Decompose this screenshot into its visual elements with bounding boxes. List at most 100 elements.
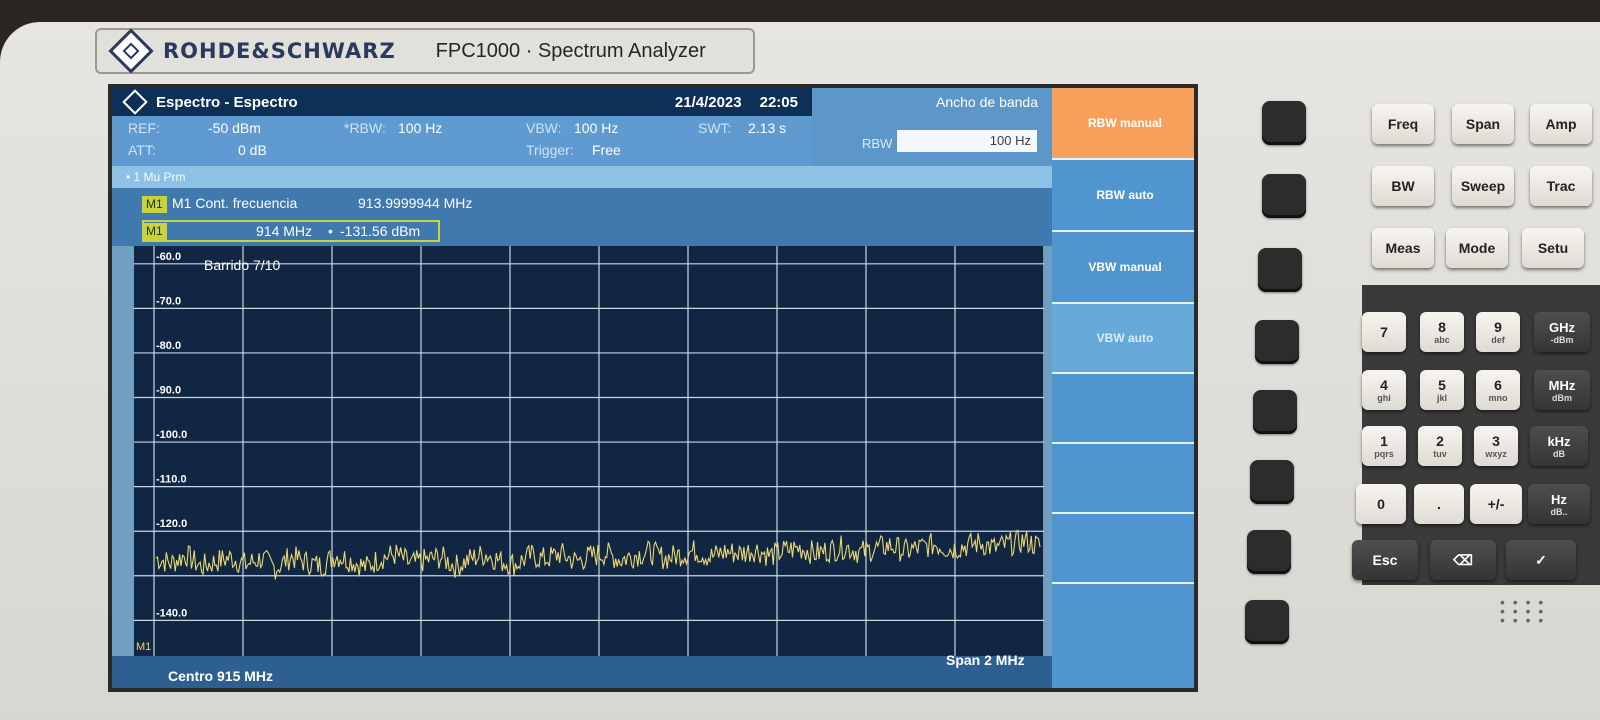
softkey-vbw-auto[interactable]: VBW auto	[1052, 304, 1194, 374]
date-display: 21/4/2023	[674, 93, 742, 111]
swt-value[interactable]: 2.13 s	[748, 120, 786, 136]
softkey-hardware-button-7[interactable]	[1247, 530, 1291, 574]
key-decimal[interactable]: .	[1414, 484, 1464, 524]
rohde-schwarz-logo-icon	[108, 28, 154, 74]
trace-info-bar: • 1 Mu Prm	[112, 166, 1052, 188]
softkey-label: VBW auto	[1096, 331, 1154, 345]
marker-function-name[interactable]: M1 Cont. frecuencia	[172, 195, 297, 211]
spectrum-trace	[155, 529, 1041, 580]
y-tick-label: -110.0	[156, 474, 187, 486]
time-display: 22:05	[759, 93, 798, 111]
softkey-empty-5[interactable]	[1052, 374, 1194, 444]
key-5[interactable]: 5 jkl	[1420, 370, 1464, 410]
sweep-key[interactable]: Sweep	[1452, 166, 1514, 206]
analyzer-screen: Espectro - Espectro 21/4/2023 22:05 REF:…	[108, 84, 1198, 692]
key-khz[interactable]: kHz dB	[1530, 426, 1588, 466]
marker-readout-frequency: 914 MHz	[256, 223, 313, 239]
speaker-grille-icon: • • • • • • • • • • • •	[1500, 594, 1546, 628]
softkey-hardware-button-1[interactable]	[1262, 101, 1306, 145]
att-label: ATT:	[128, 142, 156, 158]
span-key[interactable]: Span	[1452, 104, 1514, 144]
bandwidth-panel-title: Ancho de banda	[936, 94, 1038, 110]
frequency-axis-strip: Centro 915 MHz Span 2 MHz	[112, 652, 1052, 688]
title-bar: Espectro - Espectro 21/4/2023 22:05	[112, 88, 812, 116]
rbw-param-label: *RBW:	[344, 120, 386, 136]
brand-name: ROHDE&SCHWARZ	[163, 39, 396, 63]
marker-readout-level: -131.56 dBm	[340, 223, 421, 239]
span-value[interactable]: Span 2 MHz	[946, 652, 1025, 668]
enter-check-icon[interactable]: ✓	[1506, 540, 1576, 580]
key-sign[interactable]: +/-	[1470, 484, 1522, 524]
center-frequency[interactable]: Centro 915 MHz	[168, 668, 273, 684]
bw-key[interactable]: BW	[1372, 166, 1434, 206]
mode-title: Espectro - Espectro	[156, 93, 298, 111]
marker-readout-bullet: •	[328, 223, 333, 239]
key-mhz[interactable]: MHz dBm	[1534, 370, 1590, 410]
softkey-empty-6[interactable]	[1052, 444, 1194, 514]
marker-panel: M1 M1 Cont. frecuencia 913.9999944 MHz M…	[112, 188, 1052, 246]
softkey-hardware-button-5[interactable]	[1253, 390, 1297, 434]
setup-key[interactable]: Setu	[1522, 228, 1584, 268]
mode-key[interactable]: Mode	[1446, 228, 1508, 268]
key-8[interactable]: 8 abc	[1420, 312, 1464, 352]
bandwidth-input-panel: Ancho de banda RBW 100 Hz	[812, 88, 1052, 166]
softkey-hardware-button-4[interactable]	[1255, 320, 1299, 364]
sweep-counter: Barrido 7/10	[204, 257, 280, 273]
marker-readout-tag: M1	[142, 223, 167, 240]
key-2[interactable]: 2 tuv	[1418, 426, 1462, 466]
rbw-field-label: RBW	[862, 136, 893, 151]
key-4[interactable]: 4 ghi	[1362, 370, 1406, 410]
trigger-value[interactable]: Free	[592, 142, 621, 158]
meas-key[interactable]: Meas	[1372, 228, 1434, 268]
marker-readout[interactable]: M1 914 MHz • -131.56 dBm	[142, 220, 440, 242]
brand-plate: ROHDE&SCHWARZ FPC1000 · Spectrum Analyze…	[95, 28, 755, 74]
key-ghz[interactable]: GHz -dBm	[1534, 312, 1590, 352]
key-7[interactable]: 7	[1362, 312, 1406, 352]
vbw-param-label: VBW:	[526, 120, 562, 136]
backspace-icon[interactable]: ⌫	[1430, 540, 1496, 580]
trace-key[interactable]: Trac	[1530, 166, 1592, 206]
rbw-param-value[interactable]: 100 Hz	[398, 120, 442, 136]
esc-key[interactable]: Esc	[1352, 540, 1418, 580]
rs-diamond-icon	[122, 89, 148, 115]
key-6[interactable]: 6 mno	[1476, 370, 1520, 410]
amp-key[interactable]: Amp	[1530, 104, 1592, 144]
y-tick-label: -90.0	[156, 385, 181, 397]
key-3[interactable]: 3 wxyz	[1474, 426, 1518, 466]
marker-flag[interactable]: M1	[136, 641, 151, 653]
freq-key[interactable]: Freq	[1372, 104, 1434, 144]
key-hz[interactable]: Hz dB..	[1528, 484, 1590, 524]
softkey-label: RBW auto	[1096, 188, 1154, 202]
softkey-label: VBW manual	[1088, 260, 1162, 274]
softkey-hardware-button-3[interactable]	[1258, 248, 1302, 292]
softkey-empty-7[interactable]	[1052, 514, 1194, 584]
y-tick-label: -100.0	[156, 429, 187, 441]
softkey-hardware-button-2[interactable]	[1262, 174, 1306, 218]
ref-label: REF:	[128, 120, 160, 136]
y-tick-label: -140.0	[156, 607, 187, 619]
softkey-label: RBW manual	[1087, 116, 1162, 130]
model-name: FPC1000 · Spectrum Analyzer	[435, 39, 706, 62]
swt-label: SWT:	[698, 120, 732, 136]
softkey-hardware-button-8[interactable]	[1245, 600, 1289, 644]
key-9[interactable]: 9 def	[1476, 312, 1520, 352]
spectrum-chart: -60.0 -70.0 -80.0 -90.0 -100.0 -110.0 -120.0 -1…	[134, 246, 1044, 656]
y-tick-label: -120.0	[156, 518, 187, 530]
trigger-label: Trigger:	[526, 142, 574, 158]
ref-value[interactable]: -50 dBm	[208, 120, 261, 136]
key-0[interactable]: 0	[1356, 484, 1406, 524]
key-1[interactable]: 1 pqrs	[1362, 426, 1406, 466]
softkey-rbw-auto[interactable]: RBW auto	[1052, 160, 1194, 232]
y-tick-label: -80.0	[156, 340, 181, 352]
marker-tag: M1	[142, 196, 167, 213]
parameter-panel: REF: -50 dBm ATT: 0 dB *RBW: 100 Hz VBW:…	[112, 116, 812, 166]
softkey-menu: RBW manual RBW auto VBW manual VBW auto	[1052, 88, 1194, 688]
softkey-rbw-manual[interactable]: RBW manual	[1052, 88, 1194, 160]
att-value[interactable]: 0 dB	[238, 142, 267, 158]
vbw-param-value[interactable]: 100 Hz	[574, 120, 618, 136]
spectrum-plot[interactable]: -60.0 -70.0 -80.0 -90.0 -100.0 -110.0 -120.0 -1…	[134, 246, 1044, 656]
rbw-input-field[interactable]: 100 Hz	[897, 130, 1037, 152]
softkey-hardware-button-6[interactable]	[1250, 460, 1294, 504]
y-tick-label: -70.0	[156, 295, 181, 307]
softkey-vbw-manual[interactable]: VBW manual	[1052, 232, 1194, 304]
